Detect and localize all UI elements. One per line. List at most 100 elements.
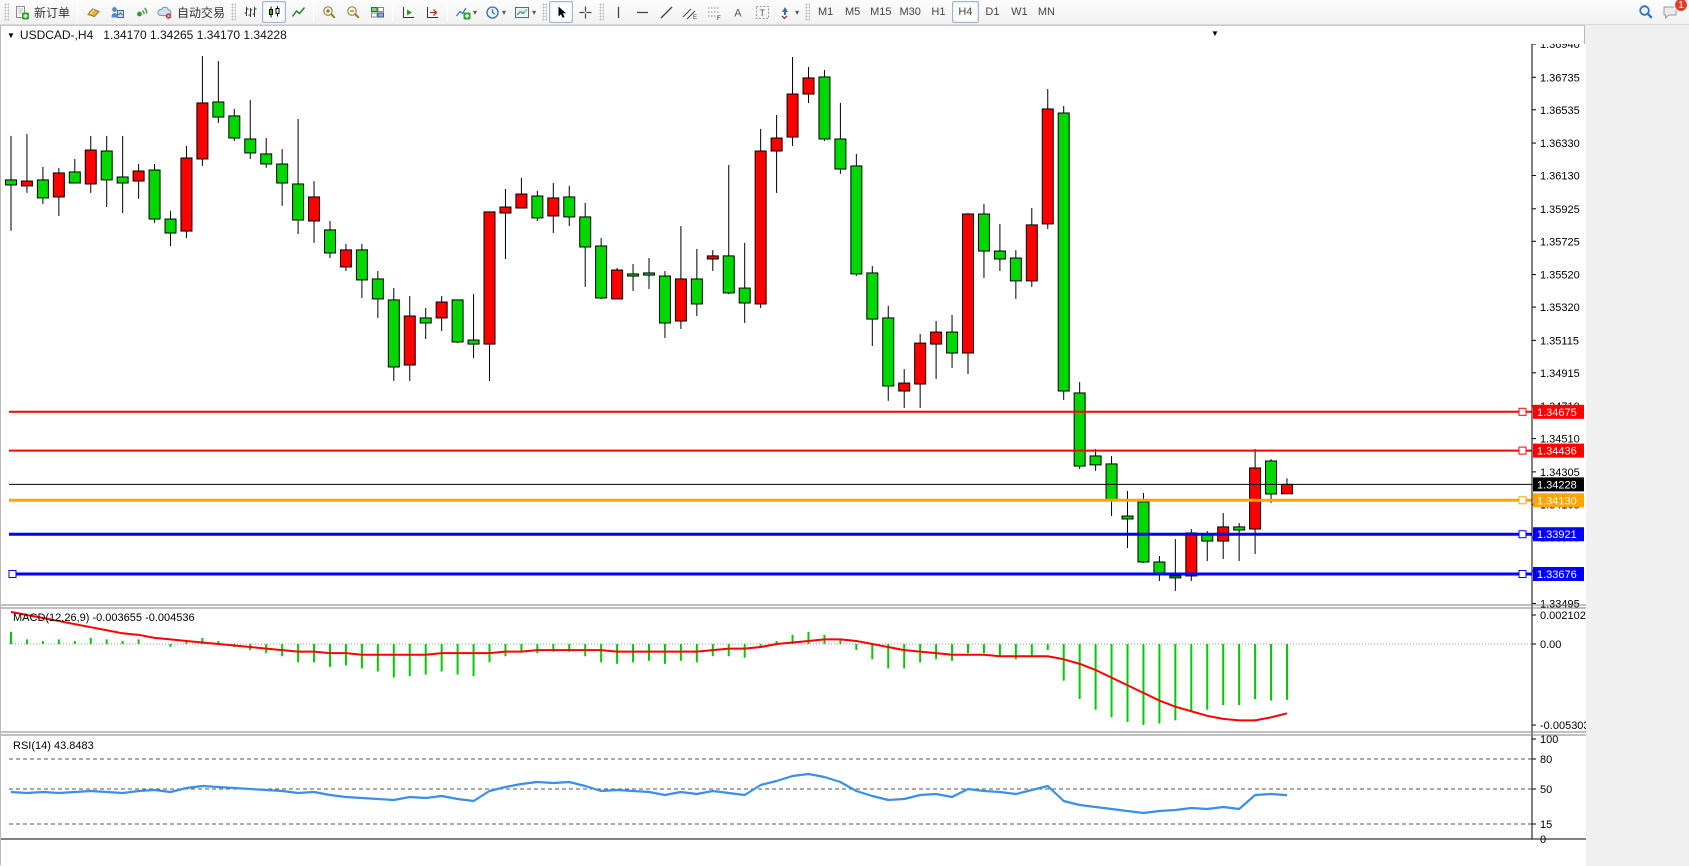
- profiles-button[interactable]: [105, 1, 129, 23]
- candle-body: [117, 177, 128, 183]
- timeframe-w1-button[interactable]: W1: [1006, 1, 1033, 23]
- chevron-down-icon: ▾: [473, 8, 477, 17]
- algo-trading-button[interactable]: 自动交易: [153, 1, 229, 23]
- horizontal-line-button[interactable]: [630, 1, 654, 23]
- line-handle[interactable]: [1519, 447, 1526, 454]
- timeframe-m30-button[interactable]: M30: [896, 1, 925, 23]
- candle-body: [963, 214, 974, 353]
- timeframe-mn-button[interactable]: MN: [1033, 1, 1060, 23]
- candle-body: [101, 151, 112, 180]
- line-chart-button[interactable]: [286, 1, 310, 23]
- notifications-button[interactable]: 1: [1658, 1, 1683, 23]
- periods-button[interactable]: ▾: [481, 1, 510, 23]
- candle-body: [755, 151, 766, 304]
- chart-symbol-period: USDCAD-,H4: [20, 28, 93, 42]
- svg-text:1.34915: 1.34915: [1540, 368, 1580, 380]
- wallet-icon: [86, 5, 101, 20]
- timeframe-m5-button[interactable]: M5: [839, 1, 866, 23]
- candle-body: [723, 256, 734, 293]
- candle-body: [325, 230, 336, 253]
- candle-body: [340, 250, 351, 267]
- svg-text:50: 50: [1540, 784, 1552, 796]
- candle-body: [261, 154, 272, 164]
- line-handle[interactable]: [1519, 497, 1526, 504]
- chart-shift-marker-icon[interactable]: ▼: [1211, 29, 1219, 38]
- toolbar-right-group: 1: [1634, 1, 1683, 23]
- candle-body: [1010, 258, 1021, 281]
- arrows-button[interactable]: ▾: [774, 1, 803, 23]
- chart-shift-button[interactable]: [420, 1, 444, 23]
- cursor-button[interactable]: [549, 1, 573, 23]
- notification-badge: 1: [1674, 0, 1688, 12]
- toolbar-handle: [542, 3, 547, 21]
- candle-body: [149, 170, 160, 219]
- svg-text:1.36330: 1.36330: [1540, 138, 1580, 150]
- zoom-in-icon: [322, 5, 337, 20]
- candle-body: [931, 332, 942, 344]
- auto-scroll-button[interactable]: [396, 1, 420, 23]
- candle-body: [883, 318, 894, 386]
- timeframe-h1-button[interactable]: H1: [925, 1, 952, 23]
- candle-body: [915, 343, 926, 384]
- candle-body: [835, 139, 846, 169]
- macd-indicator-label: MACD(12,26,9) -0.003655 -0.004536: [13, 612, 195, 624]
- zoom-out-button[interactable]: [341, 1, 365, 23]
- timeframe-m1-button[interactable]: M1: [812, 1, 839, 23]
- toolbar-handle: [599, 3, 604, 21]
- candle-body: [771, 138, 782, 151]
- timeframe-m15-button[interactable]: M15: [866, 1, 895, 23]
- candle-body: [85, 150, 96, 184]
- signal-icon: [134, 5, 149, 20]
- candle-body: [819, 77, 830, 139]
- arrows-icon: [778, 5, 793, 20]
- line-handle[interactable]: [1519, 571, 1526, 578]
- textT-icon: T: [755, 5, 770, 20]
- search-button[interactable]: [1634, 1, 1658, 23]
- fibonacci-button[interactable]: F: [702, 1, 726, 23]
- chart-dropdown-icon[interactable]: ▼: [7, 31, 15, 40]
- wallet-icon-button[interactable]: [81, 1, 105, 23]
- svg-text:1.35925: 1.35925: [1540, 204, 1580, 216]
- svg-text:0.00: 0.00: [1540, 639, 1561, 651]
- svg-text:1.36535: 1.36535: [1540, 105, 1580, 117]
- chart-ohlc-values: 1.34170 1.34265 1.34170 1.34228: [103, 28, 287, 42]
- candle-body: [644, 273, 655, 275]
- zoom-in-button[interactable]: [317, 1, 341, 23]
- bar-chart-button[interactable]: [238, 1, 262, 23]
- add-indicator-button[interactable]: ▾: [451, 1, 481, 23]
- timeframe-d1-button[interactable]: D1: [979, 1, 1006, 23]
- text-label-button[interactable]: T: [750, 1, 774, 23]
- candle-body: [612, 270, 623, 299]
- chart-canvas[interactable]: 1.369401.367351.365351.363301.361301.359…: [1, 44, 1586, 866]
- equidistant-channel-button[interactable]: E: [678, 1, 702, 23]
- profile-icon: [110, 5, 125, 20]
- candle-body: [1202, 535, 1213, 541]
- crosshair-button[interactable]: [573, 1, 597, 23]
- candle-body: [1250, 468, 1261, 529]
- vertical-line-button[interactable]: [606, 1, 630, 23]
- line-handle[interactable]: [1519, 531, 1526, 538]
- trend-icon: [659, 5, 674, 20]
- button-label: 自动交易: [177, 4, 225, 21]
- templates-button[interactable]: ▾: [510, 1, 540, 23]
- svg-text:0: 0: [1540, 834, 1546, 846]
- candle-body: [1122, 516, 1133, 519]
- candlestick-chart-button[interactable]: [262, 1, 286, 23]
- search-icon: [1638, 4, 1654, 20]
- candle-body: [69, 172, 80, 183]
- svg-text:80: 80: [1540, 754, 1552, 766]
- timeframe-h4-button[interactable]: H4: [952, 1, 979, 23]
- button-label: 新订单: [34, 4, 70, 21]
- candle-body: [309, 197, 320, 221]
- line-handle[interactable]: [9, 571, 16, 578]
- line-handle[interactable]: [1519, 408, 1526, 415]
- candle-body: [1074, 393, 1085, 466]
- svg-text:1.35520: 1.35520: [1540, 270, 1580, 282]
- toolbar-separator: [313, 3, 314, 22]
- signals-button[interactable]: [129, 1, 153, 23]
- trendline-button[interactable]: [654, 1, 678, 23]
- new-order-button[interactable]: 新订单: [11, 1, 74, 23]
- candle-body: [53, 173, 64, 197]
- tile-windows-button[interactable]: [365, 1, 389, 23]
- text-button[interactable]: A: [726, 1, 750, 23]
